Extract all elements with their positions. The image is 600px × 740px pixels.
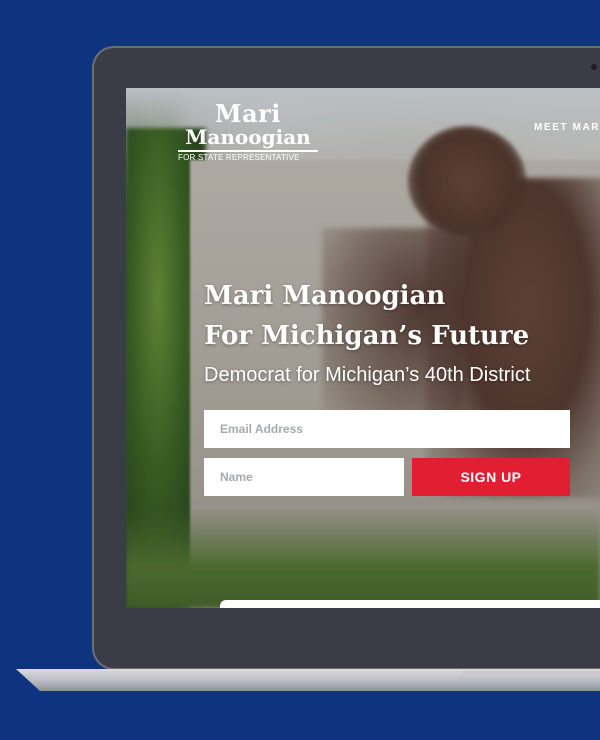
logo-first-name: Mari (215, 99, 281, 128)
hero-title: Mari Manoogian For Michigan’s Future (204, 276, 529, 356)
sign-up-button[interactable]: SIGN UP (412, 458, 570, 496)
hero-title-line-1: Mari Manoogian (204, 281, 446, 311)
logo-tagline: FOR STATE REPRESENTATIVE (178, 153, 300, 162)
webcam-icon (591, 64, 597, 70)
name-field[interactable] (204, 458, 404, 496)
logo-last-name: Manoogian (178, 126, 318, 152)
hero-subtitle: Democrat for Michigan’s 40th District (204, 364, 531, 386)
laptop-screen: Mari Manoogian FOR STATE REPRESENTATIVE … (126, 88, 600, 608)
content-card-edge (220, 600, 600, 608)
email-field[interactable] (204, 410, 570, 448)
nav-link-meet[interactable]: MEET MAR (534, 122, 600, 133)
laptop-base-notch (462, 671, 600, 675)
laptop-mockup-stage: Mari Manoogian FOR STATE REPRESENTATIVE … (0, 0, 600, 740)
hero-title-line-2: For Michigan’s Future (204, 321, 530, 351)
campaign-logo[interactable]: Mari Manoogian FOR STATE REPRESENTATIVE (178, 102, 318, 164)
